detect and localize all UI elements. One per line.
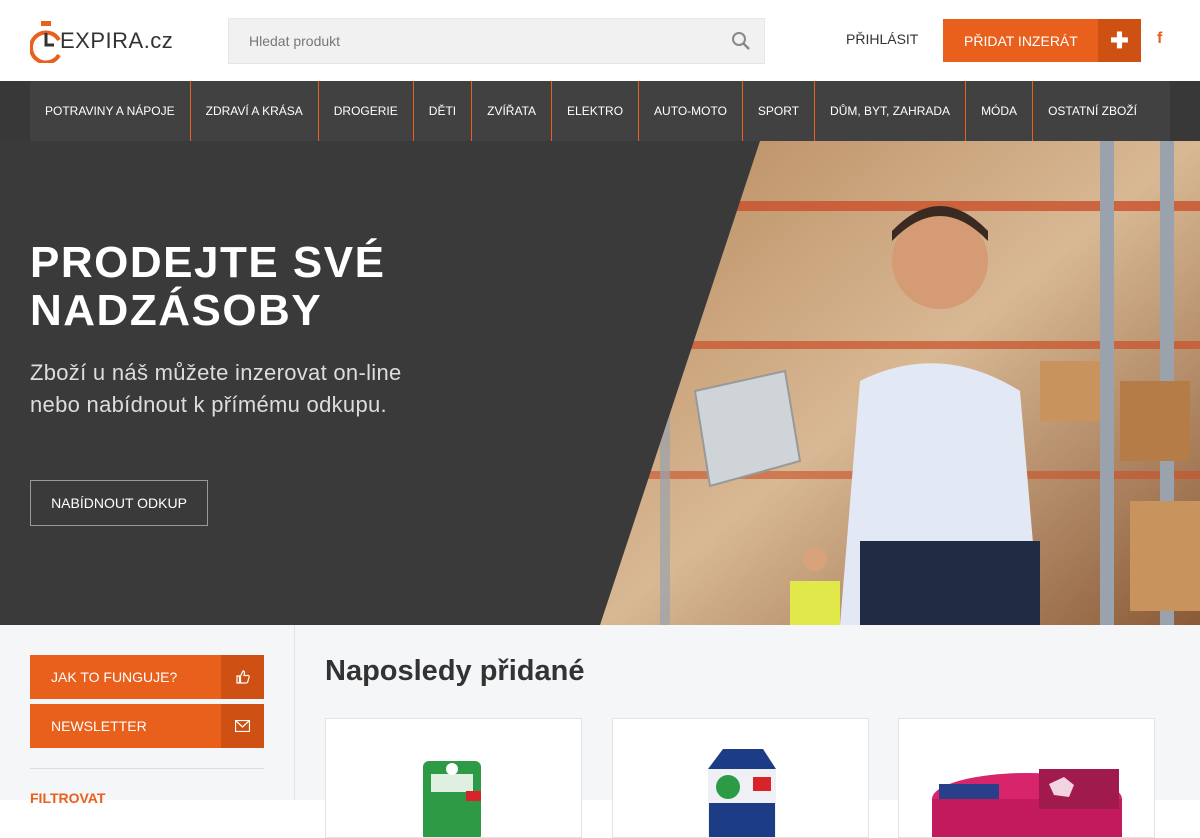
sidebar: JAK TO FUNGUJE? NEWSLETTER FILTROVAT bbox=[0, 625, 295, 806]
product-image bbox=[932, 769, 1122, 837]
nav-item-drugstore[interactable]: DROGERIE bbox=[319, 81, 414, 141]
newsletter-button[interactable]: NEWSLETTER bbox=[30, 704, 264, 748]
nav-item-other[interactable]: OSTATNÍ ZBOŽÍ bbox=[1033, 81, 1152, 141]
filter-heading: FILTROVAT bbox=[30, 790, 106, 806]
how-it-works-button[interactable]: JAK TO FUNGUJE? bbox=[30, 655, 264, 699]
search-input[interactable] bbox=[229, 19, 718, 63]
nav-item-home-garden[interactable]: DŮM, BYT, ZAHRADA bbox=[815, 81, 967, 141]
facebook-icon[interactable]: f bbox=[1157, 30, 1162, 48]
nav-item-kids[interactable]: DĚTI bbox=[414, 81, 473, 141]
product-card[interactable] bbox=[612, 718, 869, 838]
product-image bbox=[423, 761, 481, 837]
plus-icon: ✚ bbox=[1098, 19, 1141, 62]
offer-buyout-button[interactable]: NABÍDNOUT ODKUP bbox=[30, 480, 208, 526]
sidebar-divider bbox=[30, 768, 264, 769]
product-image bbox=[708, 749, 776, 837]
login-link[interactable]: PŘIHLÁSIT bbox=[846, 31, 918, 47]
nav-item-electronics[interactable]: ELEKTRO bbox=[552, 81, 640, 141]
nav-item-fashion[interactable]: MÓDA bbox=[966, 81, 1034, 141]
nav-item-sport[interactable]: SPORT bbox=[743, 81, 816, 141]
section-title-recently-added: Naposledy přidané bbox=[325, 655, 585, 687]
add-listing-label: PŘIDAT INZERÁT bbox=[964, 32, 1078, 49]
category-nav-bar: POTRAVINY A NÁPOJE ZDRAVÍ A KRÁSA DROGER… bbox=[0, 81, 1200, 141]
nav-item-animals[interactable]: ZVÍŘATA bbox=[472, 81, 553, 141]
product-card[interactable] bbox=[325, 718, 582, 838]
thumbs-up-icon bbox=[221, 655, 264, 699]
hero-banner: PRODEJTE SVÉ NADZÁSOBY Zboží u náš můžet… bbox=[0, 141, 1200, 625]
search-icon[interactable] bbox=[718, 19, 764, 63]
logo[interactable]: EXPIRA.cz bbox=[30, 12, 175, 70]
nav-item-health-beauty[interactable]: ZDRAVÍ A KRÁSA bbox=[191, 81, 319, 141]
product-card[interactable] bbox=[898, 718, 1155, 838]
envelope-icon bbox=[221, 704, 264, 748]
search-bar bbox=[228, 18, 765, 64]
add-listing-button[interactable]: PŘIDAT INZERÁT ✚ bbox=[943, 19, 1141, 62]
logo-text: EXPIRA.cz bbox=[60, 28, 174, 53]
stopwatch-logo-icon bbox=[30, 21, 61, 63]
category-nav: POTRAVINY A NÁPOJE ZDRAVÍ A KRÁSA DROGER… bbox=[30, 81, 1170, 141]
how-it-works-label: JAK TO FUNGUJE? bbox=[51, 669, 178, 685]
hero-title: PRODEJTE SVÉ NADZÁSOBY bbox=[30, 238, 386, 335]
header: EXPIRA.cz PŘIHLÁSIT PŘIDAT INZERÁT ✚ f bbox=[0, 0, 1200, 81]
nav-item-auto-moto[interactable]: AUTO-MOTO bbox=[639, 81, 743, 141]
hero-subtitle: Zboží u náš můžete inzerovat on-line neb… bbox=[30, 360, 402, 417]
nav-item-food-drinks[interactable]: POTRAVINY A NÁPOJE bbox=[30, 81, 191, 141]
newsletter-label: NEWSLETTER bbox=[51, 718, 147, 734]
content-area: JAK TO FUNGUJE? NEWSLETTER FILTROVAT Nap… bbox=[0, 625, 1200, 838]
